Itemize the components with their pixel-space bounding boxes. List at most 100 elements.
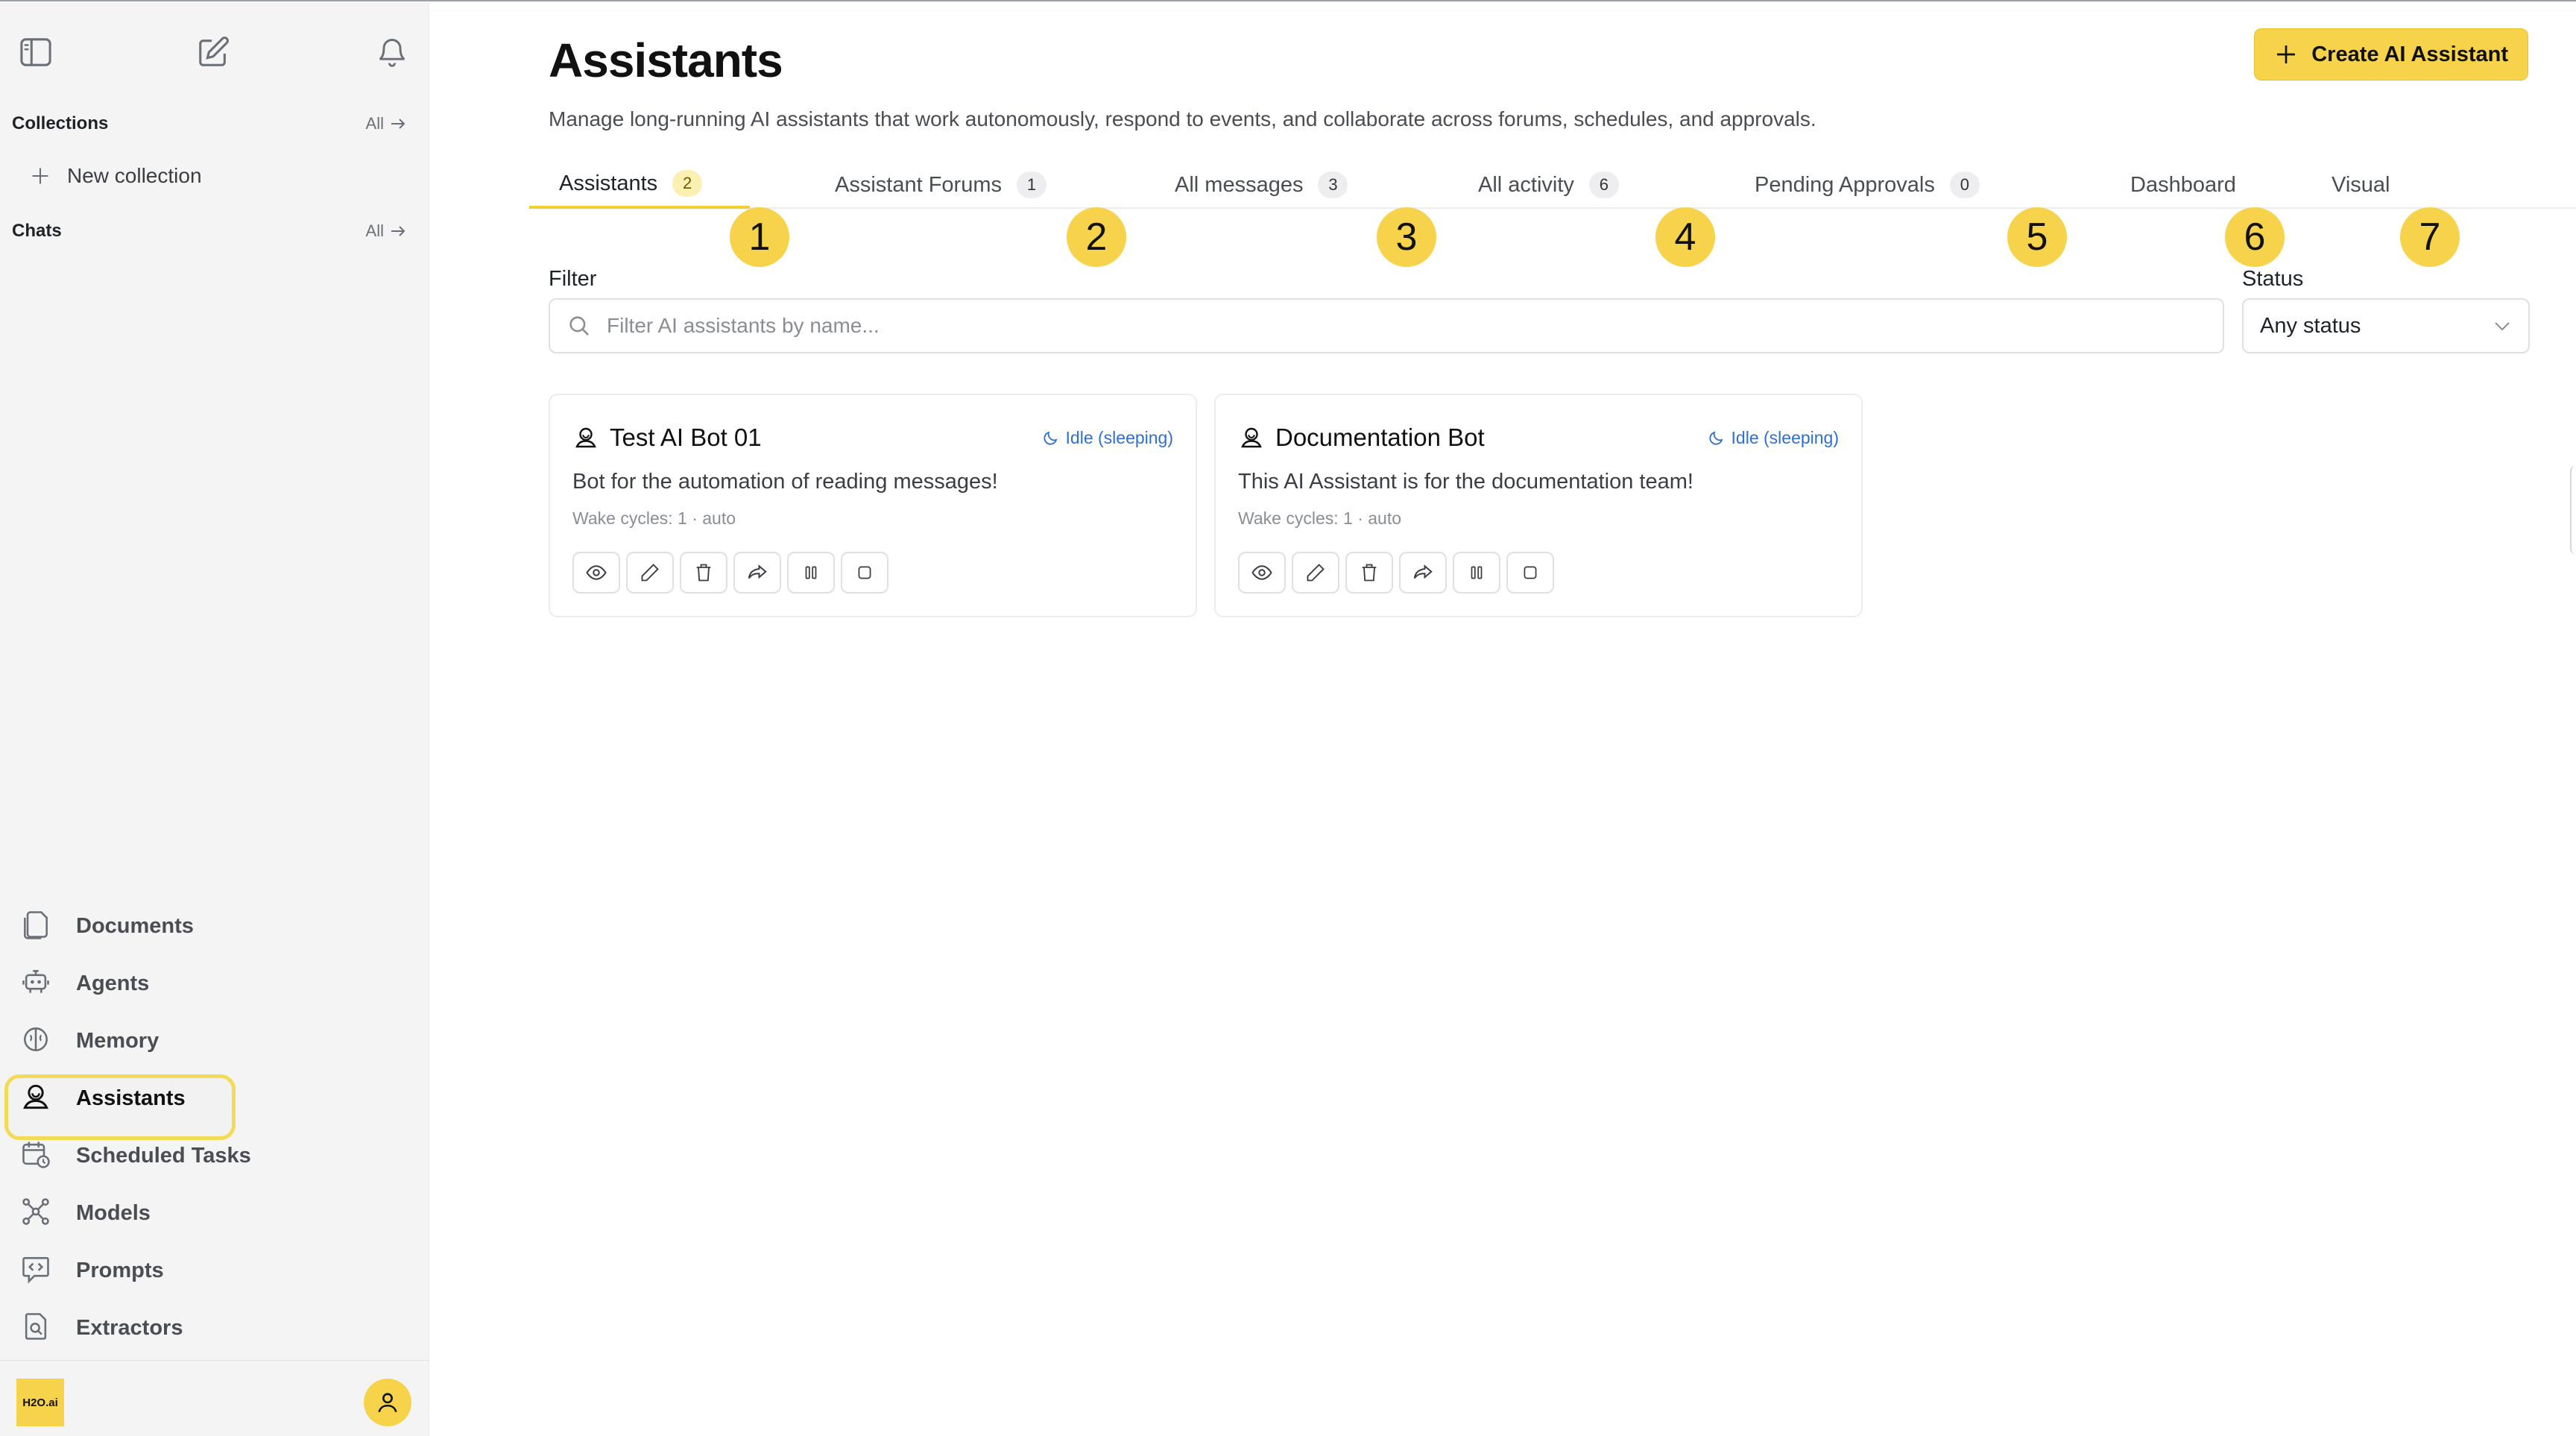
bell-icon[interactable]	[371, 31, 413, 73]
tab-count-badge: 1	[1017, 171, 1046, 198]
assistant-name: Test AI Bot 01	[610, 423, 762, 451]
delete-button[interactable]	[680, 552, 727, 593]
chevron-down-icon	[2495, 322, 2510, 331]
sidebar-item-documents[interactable]: Documents	[0, 898, 429, 955]
tab-assistants[interactable]: Assistants 2	[529, 161, 751, 209]
share-icon	[1413, 564, 1433, 579]
tab-dashboard[interactable]: Dashboard	[2130, 161, 2236, 209]
assistant-icon	[575, 427, 596, 448]
create-button-label: Create AI Assistant	[2311, 42, 2508, 66]
tab-label: Dashboard	[2130, 172, 2236, 197]
filter-field[interactable]	[549, 298, 2224, 353]
main-content: Assistants Manage long-running AI assist…	[430, 3, 2576, 1436]
stop-icon	[858, 566, 871, 579]
sidebar-item-label: Agents	[76, 971, 150, 995]
sidebar-item-prompts[interactable]: Prompts	[0, 1242, 429, 1300]
view-button[interactable]	[1238, 552, 1286, 593]
assistant-card-title: Documentation Bot	[1238, 423, 1485, 452]
annotation-marker: 3	[1377, 207, 1436, 267]
tab-pending-approvals[interactable]: Pending Approvals 0	[1755, 161, 1980, 209]
sidebar-item-label: Prompts	[76, 1259, 164, 1282]
edit-button[interactable]	[626, 552, 674, 593]
sidebar-item-assistants[interactable]: Assistants	[0, 1070, 429, 1140]
page-description: Manage long-running AI assistants that w…	[549, 107, 1816, 130]
annotation-marker: 6	[2225, 207, 2285, 267]
tab-label: All activity	[1478, 172, 1574, 197]
network-icon	[19, 1195, 52, 1232]
share-button[interactable]	[1399, 552, 1447, 593]
plus-icon	[32, 168, 48, 184]
tab-all-messages[interactable]: All messages 3	[1175, 161, 1348, 209]
sidebar-item-models[interactable]: Models	[0, 1185, 429, 1242]
status-select[interactable]: Any status	[2242, 298, 2530, 353]
tab-count-badge: 6	[1588, 171, 1619, 198]
collections-all-link[interactable]: All	[366, 114, 406, 133]
search-input[interactable]	[607, 314, 2172, 338]
new-collection-button[interactable]: New collection	[30, 164, 202, 188]
tab-label: Pending Approvals	[1755, 172, 1935, 197]
tab-count-badge: 3	[1318, 171, 1348, 198]
delete-button[interactable]	[1345, 552, 1393, 593]
assistant-icon	[19, 1080, 52, 1117]
tab-visual[interactable]: Visual	[2332, 161, 2390, 209]
tab-label: All messages	[1175, 172, 1304, 197]
page-title: Assistants	[549, 34, 783, 87]
user-avatar[interactable]	[364, 1379, 411, 1426]
chats-header: Chats All	[12, 221, 406, 242]
pause-icon	[805, 566, 817, 579]
search-icon	[569, 316, 589, 336]
status-selected-value: Any status	[2260, 313, 2361, 338]
status-text: Idle (sleeping)	[1065, 427, 1173, 447]
assistant-card[interactable]: Test AI Bot 01 Idle (sleeping) Bot for t…	[549, 394, 1197, 617]
chats-all-label: All	[365, 221, 384, 240]
tab-bar: Assistants 2 Assistant Forums 1 All mess…	[529, 161, 2576, 209]
plus-icon	[2277, 45, 2296, 63]
chats-all-link[interactable]: All	[366, 221, 406, 241]
sidebar-toggle-icon[interactable]	[15, 31, 57, 73]
create-ai-assistant-button[interactable]: Create AI Assistant	[2254, 28, 2528, 81]
filter-label: Filter	[549, 267, 597, 291]
view-button[interactable]	[572, 552, 620, 593]
status-text: Idle (sleeping)	[1731, 427, 1839, 447]
stop-button[interactable]	[841, 552, 888, 593]
sidebar: Collections All New collection Chats All…	[0, 3, 429, 1436]
tab-all-activity[interactable]: All activity 6	[1478, 161, 1619, 209]
pause-button[interactable]	[1453, 552, 1500, 593]
sidebar-item-extractors[interactable]: Extractors	[0, 1300, 429, 1357]
robot-icon	[19, 966, 52, 1002]
new-chat-icon[interactable]	[192, 31, 234, 73]
logo-text: H2O.ai	[22, 1396, 58, 1409]
card-actions	[1238, 552, 1554, 593]
trash-icon	[696, 564, 711, 582]
scrollbar-handle[interactable]	[2570, 465, 2576, 555]
pause-button[interactable]	[787, 552, 835, 593]
sidebar-item-scheduled-tasks[interactable]: Scheduled Tasks	[0, 1127, 429, 1185]
edit-button[interactable]	[1292, 552, 1339, 593]
chats-title: Chats	[12, 221, 62, 241]
new-collection-label: New collection	[67, 164, 202, 187]
stop-button[interactable]	[1506, 552, 1554, 593]
tab-assistant-forums[interactable]: Assistant Forums 1	[835, 161, 1046, 209]
eye-icon	[586, 565, 607, 580]
trash-icon	[1362, 564, 1377, 582]
assistant-icon	[1241, 427, 1262, 448]
share-button[interactable]	[733, 552, 781, 593]
status-label: Status	[2242, 267, 2304, 291]
assistant-meta: Wake cycles: 1 · auto	[1238, 508, 1402, 528]
tab-count-badge: 0	[1949, 171, 1980, 198]
sidebar-item-label: Scheduled Tasks	[76, 1144, 251, 1168]
assistant-name: Documentation Bot	[1275, 423, 1485, 451]
annotation-marker: 5	[2007, 207, 2067, 267]
documents-icon	[19, 908, 52, 945]
status-badge: Idle (sleeping)	[1708, 428, 1839, 448]
moon-icon	[1044, 431, 1057, 445]
sidebar-item-label: Memory	[76, 1029, 160, 1053]
card-actions	[572, 552, 888, 593]
annotation-marker: 2	[1067, 207, 1126, 267]
sidebar-item-agents[interactable]: Agents	[0, 955, 429, 1013]
sidebar-item-memory[interactable]: Memory	[0, 1013, 429, 1070]
assistant-card[interactable]: Documentation Bot Idle (sleeping) This A…	[1214, 394, 1863, 617]
calendar-clock-icon	[19, 1138, 52, 1174]
status-badge: Idle (sleeping)	[1042, 428, 1173, 448]
h2o-logo[interactable]: H2O.ai	[16, 1379, 64, 1426]
